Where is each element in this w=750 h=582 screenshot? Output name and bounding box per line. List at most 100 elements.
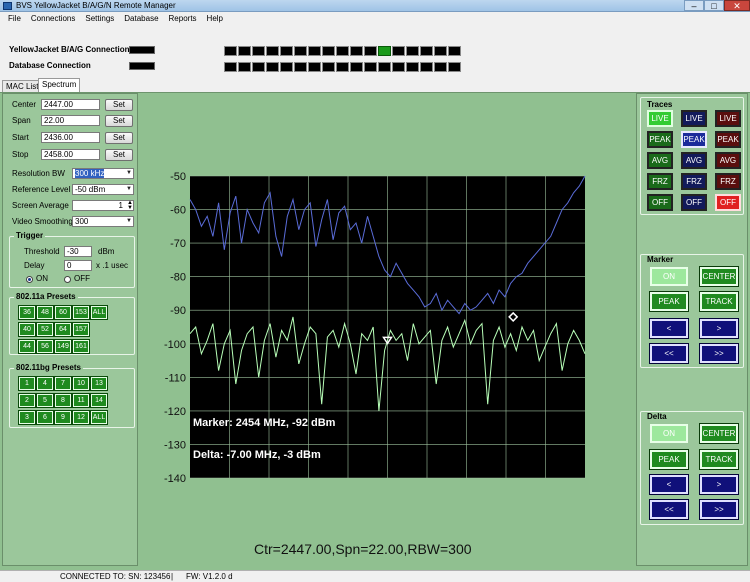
preset-button[interactable]: 6 [36,410,54,425]
tab-spectrum[interactable]: Spectrum [38,78,81,93]
center-set-button[interactable]: Set [105,99,133,111]
preset-button[interactable]: 9 [54,410,72,425]
tab-mac-list[interactable]: MAC List [2,80,43,92]
delta-on-button[interactable]: ON [650,424,688,443]
channel-led [434,62,447,72]
preset-button[interactable]: 11 [72,393,90,408]
preset-button[interactable]: 8 [54,393,72,408]
preset-button[interactable]: 161 [72,339,90,354]
trace-button[interactable]: PEAK [681,131,707,148]
trace-button[interactable]: FRZ [715,173,741,190]
screen-average-input[interactable]: 1 [72,200,134,211]
chevron-down-icon: ▼ [126,186,132,192]
delta-peak-button[interactable]: PEAK [649,449,689,470]
marker-group: Marker ON CENTER PEAK TRACK < > << >> [640,254,744,368]
channel-led [448,62,461,72]
preset-button[interactable]: 40 [18,322,36,337]
menu-connections[interactable]: Connections [26,12,80,26]
trigger-off-radio[interactable] [64,276,71,283]
y-tick-label: -60 [170,205,186,217]
close-button[interactable]: ✕ [724,0,750,11]
status-separator: | [171,572,174,581]
marker-center-button[interactable]: CENTER [699,266,739,287]
delta-readout: Delta: -7.00 MHz, -3 dBm [193,449,321,461]
title-bar: BVS YellowJacket B/A/G/N Remote Manager … [0,0,750,12]
preset-button[interactable]: 13 [90,376,108,391]
span-input[interactable]: 22.00 [41,115,100,126]
preset-button[interactable]: 36 [18,305,36,320]
menu-file[interactable]: File [0,12,26,26]
marker-track-button[interactable]: TRACK [699,291,739,312]
screen-average-label: Screen Average [12,201,69,210]
delta-group: Delta ON CENTER PEAK TRACK < > << >> [640,411,744,525]
video-smoothing-select[interactable]: 300 ▼ [72,216,134,227]
preset-button[interactable]: 14 [90,393,108,408]
y-tick-label: -130 [164,439,186,451]
trigger-on-radio[interactable] [26,276,33,283]
start-input[interactable]: 2436.00 [41,132,100,143]
menu-settings[interactable]: Settings [80,12,119,26]
maximize-button[interactable]: □ [704,0,724,11]
menu-help[interactable]: Help [202,12,228,26]
preset-button[interactable]: 56 [36,339,54,354]
rbw-select[interactable]: 300 kHz ▼ [72,168,134,179]
marker-right-button[interactable]: > [699,318,739,339]
preset-button[interactable]: 4 [36,376,54,391]
preset-button[interactable]: ALL [90,410,108,425]
preset-button[interactable]: 5 [36,393,54,408]
stop-set-button[interactable]: Set [105,149,133,161]
center-input[interactable]: 2447.00 [41,99,100,110]
span-set-button[interactable]: Set [105,115,133,127]
delta-center-button[interactable]: CENTER [699,423,739,444]
trace-button[interactable]: OFF [715,194,741,211]
minimize-button[interactable]: – [684,0,704,11]
presets-a-group: 802.11a Presets 36 48 60 153 ALL 40 52 64 157 44 5… [9,292,135,355]
spinner-icon[interactable]: ▲ ▼ [127,200,133,211]
ref-level-select[interactable]: -50 dBm ▼ [72,184,134,195]
preset-button[interactable]: 1 [18,376,36,391]
marker-fast-right-button[interactable]: >> [699,343,739,364]
delta-fast-left-button[interactable]: << [649,499,689,520]
trace-button[interactable]: OFF [681,194,707,211]
preset-button[interactable]: 12 [72,410,90,425]
marker-peak-button[interactable]: PEAK [649,291,689,312]
trace-button[interactable]: AVG [715,152,741,169]
trace-button[interactable]: LIVE [681,110,707,127]
menu-database[interactable]: Database [119,12,163,26]
menu-reports[interactable]: Reports [164,12,202,26]
preset-button[interactable]: 64 [54,322,72,337]
stop-input[interactable]: 2458.00 [41,149,100,160]
delay-input[interactable]: 0 [64,260,92,271]
trace-button[interactable]: PEAK [715,131,741,148]
preset-button[interactable]: 149 [54,339,72,354]
trace-button[interactable]: LIVE [647,110,673,127]
delta-track-button[interactable]: TRACK [699,449,739,470]
preset-button[interactable]: 157 [72,322,90,337]
trace-button[interactable]: FRZ [681,173,707,190]
delta-right-button[interactable]: > [699,474,739,495]
delta-fast-right-button[interactable]: >> [699,499,739,520]
trace-button[interactable]: AVG [647,152,673,169]
trace-button[interactable]: PEAK [647,131,673,148]
trace-button[interactable]: OFF [647,194,673,211]
preset-button[interactable]: 52 [36,322,54,337]
preset-button[interactable]: 7 [54,376,72,391]
preset-button[interactable]: 3 [18,410,36,425]
trace-button[interactable]: FRZ [647,173,673,190]
preset-button[interactable]: 48 [36,305,54,320]
channel-led [294,62,307,72]
preset-button[interactable]: 60 [54,305,72,320]
marker-left-button[interactable]: < [649,318,689,339]
preset-button[interactable]: ALL [90,305,108,320]
trace-button[interactable]: LIVE [715,110,741,127]
delta-left-button[interactable]: < [649,474,689,495]
trace-button[interactable]: AVG [681,152,707,169]
marker-on-button[interactable]: ON [650,267,688,286]
preset-button[interactable]: 2 [18,393,36,408]
threshold-input[interactable]: -30 [64,246,92,257]
preset-button[interactable]: 44 [18,339,36,354]
preset-button[interactable]: 153 [72,305,90,320]
preset-button[interactable]: 10 [72,376,90,391]
start-set-button[interactable]: Set [105,132,133,144]
marker-fast-left-button[interactable]: << [649,343,689,364]
